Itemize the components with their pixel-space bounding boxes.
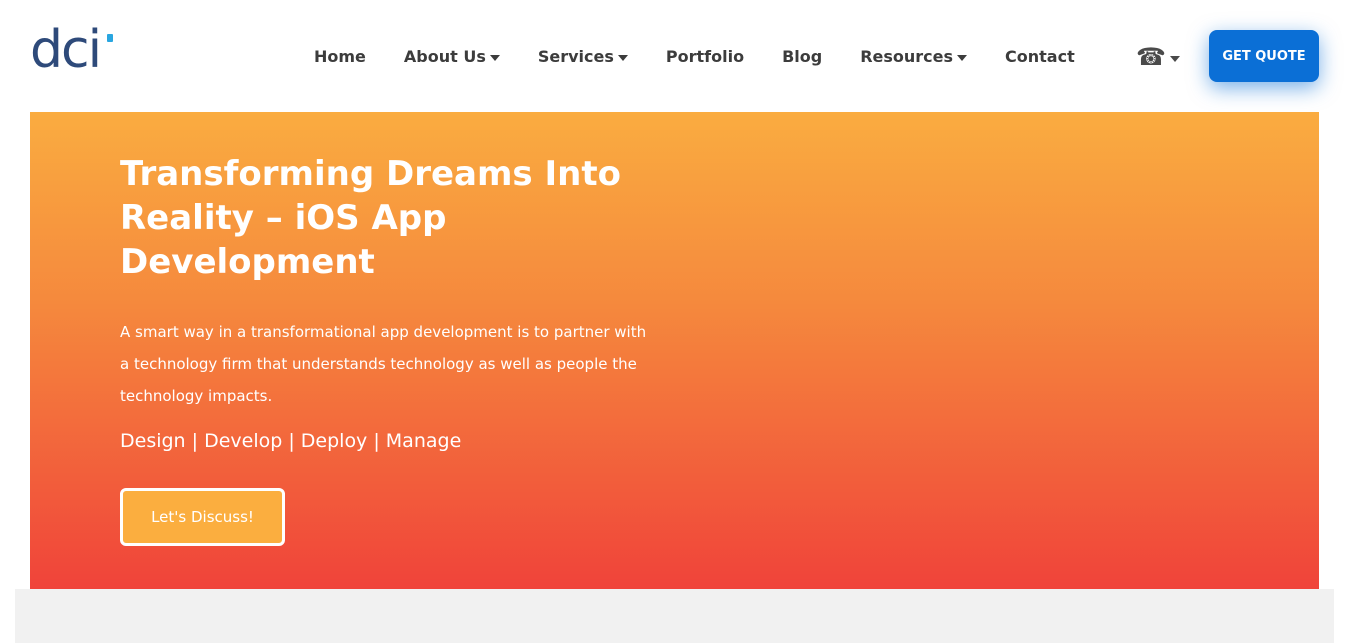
nav-item-label: Services <box>537 47 614 66</box>
hero-title: Transforming Dreams Into Reality – iOS A… <box>120 154 621 282</box>
caret-down-icon <box>617 54 628 61</box>
nav-item-home[interactable]: Home <box>314 46 366 68</box>
caret-down-icon <box>1169 56 1180 62</box>
get-quote-button[interactable]: GET QUOTE <box>1209 30 1319 82</box>
phone-icon: ☎ <box>1136 43 1166 71</box>
next-section-band <box>15 589 1334 643</box>
site-header: dci Home About Us Services Portfolio Blo… <box>0 0 1366 112</box>
caret-down-icon <box>957 54 968 61</box>
nav-item-label: Resources <box>860 47 954 66</box>
nav-item-label: About Us <box>403 47 486 66</box>
hero-banner: Transforming Dreams Into Reality – iOS A… <box>30 112 1319 589</box>
dci-logo[interactable]: dci <box>30 20 113 80</box>
nav-item-portfolio[interactable]: Portfolio <box>666 46 744 68</box>
nav-item-contact[interactable]: Contact <box>1005 46 1075 68</box>
caret-down-icon <box>489 54 500 61</box>
lets-discuss-button[interactable]: Let's Discuss! <box>120 488 285 546</box>
phone-dropdown[interactable]: ☎ <box>1136 42 1180 72</box>
nav-item-services[interactable]: Services <box>538 46 628 68</box>
nav-item-resources[interactable]: Resources <box>860 46 968 68</box>
nav-item-label: Blog <box>782 47 823 66</box>
nav-item-label: Portfolio <box>665 47 745 66</box>
main-nav: Home About Us Services Portfolio Blog Re… <box>314 46 1075 68</box>
nav-item-about-us[interactable]: About Us <box>404 46 500 68</box>
nav-item-label: Home <box>314 47 366 66</box>
hero-description: A smart way in a transformational app de… <box>120 323 647 405</box>
hero-tagline: Design | Develop | Deploy | Manage <box>120 430 462 452</box>
nav-item-blog[interactable]: Blog <box>782 46 822 68</box>
logo-accent-mark <box>107 34 113 42</box>
nav-item-label: Contact <box>1005 47 1075 66</box>
logo-text: dci <box>30 20 102 80</box>
